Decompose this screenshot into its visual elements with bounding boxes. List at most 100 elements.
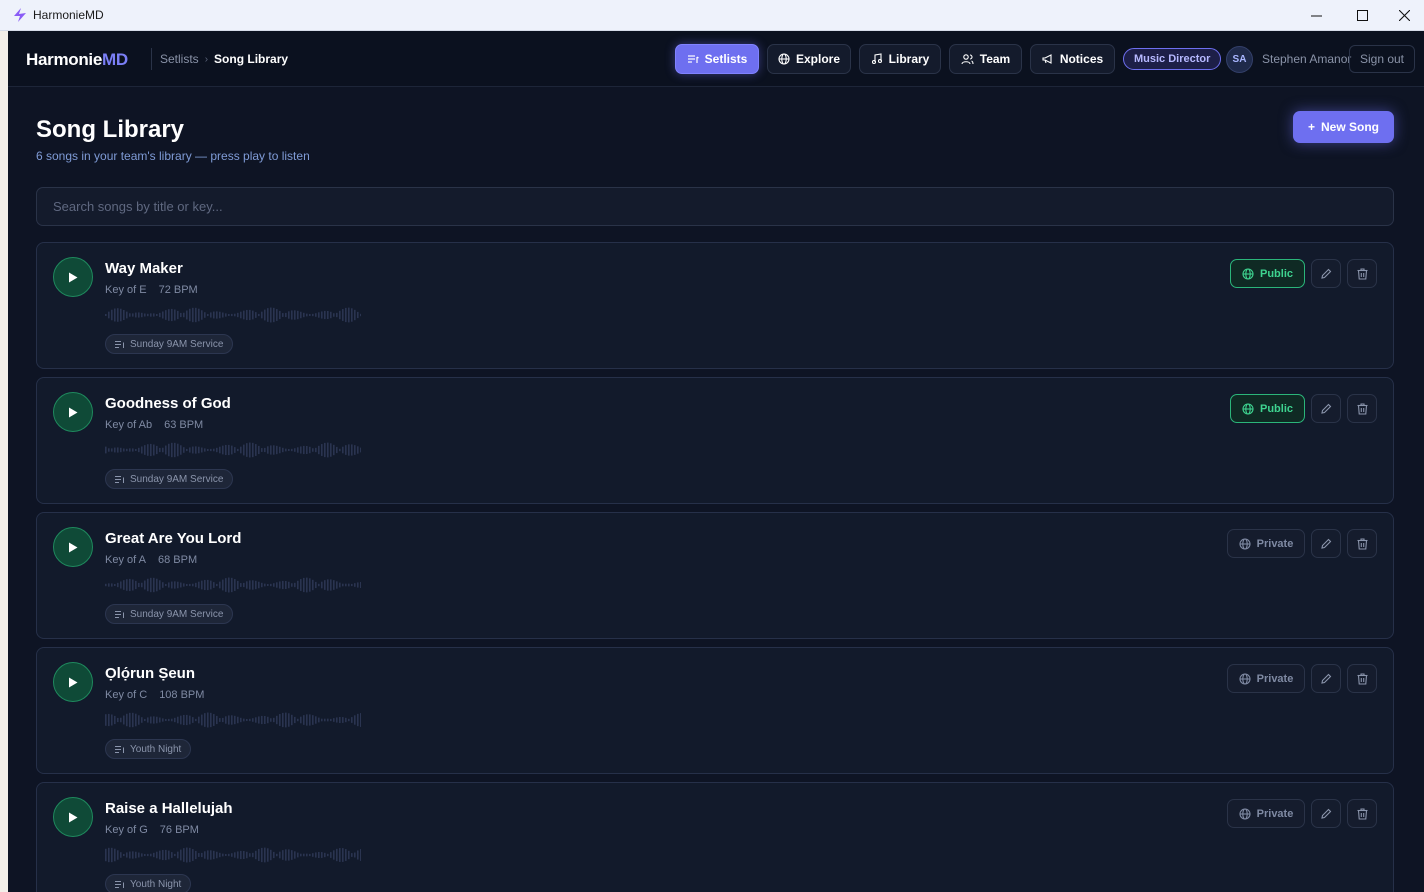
minimize-button[interactable] (1293, 0, 1339, 31)
edit-song-button[interactable] (1311, 799, 1341, 828)
waveform (105, 847, 361, 863)
song-title[interactable]: Great Are You Lord (105, 530, 241, 547)
waveform-bar (207, 448, 209, 452)
play-button[interactable] (53, 527, 93, 567)
delete-song-button[interactable] (1347, 799, 1377, 828)
nav-library-button[interactable]: Library (859, 44, 941, 74)
waveform-bar (207, 712, 209, 728)
delete-song-button[interactable] (1347, 394, 1377, 423)
waveform-bar (117, 850, 119, 860)
globe-icon (1242, 402, 1254, 415)
waveform-bar (330, 579, 332, 591)
edit-song-button[interactable] (1311, 394, 1341, 423)
setlist-tag[interactable]: Sunday 9AM Service (105, 334, 234, 354)
waveform-bar (303, 715, 305, 725)
nav-explore-label: Explore (795, 52, 840, 66)
trash-icon (1357, 672, 1367, 685)
play-button[interactable] (53, 257, 93, 297)
nav-notices-button[interactable]: Notices (1030, 44, 1115, 74)
search-input[interactable] (37, 188, 1393, 225)
waveform-bar (228, 444, 230, 456)
waveform-bar (123, 580, 125, 590)
song-title[interactable]: Ọlọ́run Ṣeun (105, 665, 195, 682)
waveform-bar (192, 446, 194, 454)
waveform-bar (285, 312, 287, 318)
waveform-bar (138, 312, 140, 318)
maximize-button[interactable] (1339, 0, 1385, 31)
nav-team-button[interactable]: Team (949, 44, 1022, 74)
edit-song-button[interactable] (1311, 529, 1341, 558)
waveform-bar (354, 715, 356, 725)
waveform-bar (264, 447, 266, 453)
setlist-tag[interactable]: Sunday 9AM Service (105, 469, 234, 489)
trash-icon (1357, 267, 1367, 280)
waveform-bar (234, 313, 236, 317)
waveform-bar (267, 446, 269, 454)
play-button[interactable] (53, 797, 93, 837)
waveform-bar (237, 716, 239, 724)
play-icon (69, 407, 78, 417)
waveform-bar (294, 448, 296, 452)
waveform-bar (291, 850, 293, 860)
waveform-bar (243, 850, 245, 860)
waveform-bar (246, 309, 248, 321)
waveform-bar (198, 716, 200, 724)
waveform-bar (156, 851, 158, 859)
visibility-toggle[interactable]: Private (1227, 529, 1305, 558)
delete-song-button[interactable] (1347, 529, 1377, 558)
waveform-bar (360, 581, 361, 589)
visibility-toggle[interactable]: Private (1227, 664, 1305, 693)
brand-logo[interactable]: HarmonieMD (26, 50, 128, 70)
waveform-bar (120, 717, 122, 723)
waveform-bar (147, 578, 149, 592)
song-bpm: 76 BPM (159, 824, 199, 836)
waveform-bar (282, 712, 284, 728)
top-navbar: HarmonieMD Setlists › Song Library Setli… (8, 31, 1424, 87)
breadcrumb-parent[interactable]: Setlists (160, 52, 199, 66)
waveform-bar (243, 718, 245, 722)
setlist-tag[interactable]: Sunday 9AM Service (105, 604, 234, 624)
waveform-bar (231, 715, 233, 725)
waveform-bar (219, 446, 221, 454)
song-key: Key of Ab (105, 419, 153, 431)
setlist-name: Sunday 9AM Service (130, 473, 224, 485)
waveform-bar (165, 718, 167, 722)
waveform-bar (345, 583, 347, 587)
waveform-bar (213, 582, 215, 588)
edit-song-button[interactable] (1311, 664, 1341, 693)
play-button[interactable] (53, 392, 93, 432)
waveform-bar (270, 307, 272, 323)
waveform-bar (297, 718, 299, 722)
divider (151, 48, 152, 70)
visibility-toggle[interactable]: Private (1227, 799, 1305, 828)
waveform-bar (219, 852, 221, 858)
nav-explore-button[interactable]: Explore (767, 44, 851, 74)
delete-song-button[interactable] (1347, 664, 1377, 693)
avatar[interactable]: SA (1226, 46, 1253, 73)
waveform-bar (315, 581, 317, 589)
close-window-button[interactable] (1385, 0, 1424, 31)
setlist-tag[interactable]: Youth Night (105, 874, 192, 892)
setlist-tag[interactable]: Youth Night (105, 739, 192, 759)
waveform-bar (285, 849, 287, 861)
waveform-bar (216, 715, 218, 725)
waveform-bar (129, 313, 131, 317)
waveform-bar (126, 311, 128, 319)
song-title[interactable]: Way Maker (105, 260, 183, 277)
waveform-bar (111, 448, 113, 452)
visibility-toggle[interactable]: Public (1230, 394, 1305, 423)
sign-out-button[interactable]: Sign out (1349, 45, 1415, 73)
song-title[interactable]: Goodness of God (105, 395, 231, 412)
song-title[interactable]: Raise a Hallelujah (105, 800, 233, 817)
waveform-bar (243, 444, 245, 456)
play-button[interactable] (53, 662, 93, 702)
waveform-bar (276, 582, 278, 588)
waveform-bar (180, 445, 182, 455)
waveform-bar (315, 313, 317, 317)
edit-song-button[interactable] (1311, 259, 1341, 288)
nav-setlists-button[interactable]: Setlists (675, 44, 759, 74)
waveform-bar (192, 307, 194, 323)
new-song-button[interactable]: + New Song (1293, 111, 1394, 143)
visibility-toggle[interactable]: Public (1230, 259, 1305, 288)
delete-song-button[interactable] (1347, 259, 1377, 288)
